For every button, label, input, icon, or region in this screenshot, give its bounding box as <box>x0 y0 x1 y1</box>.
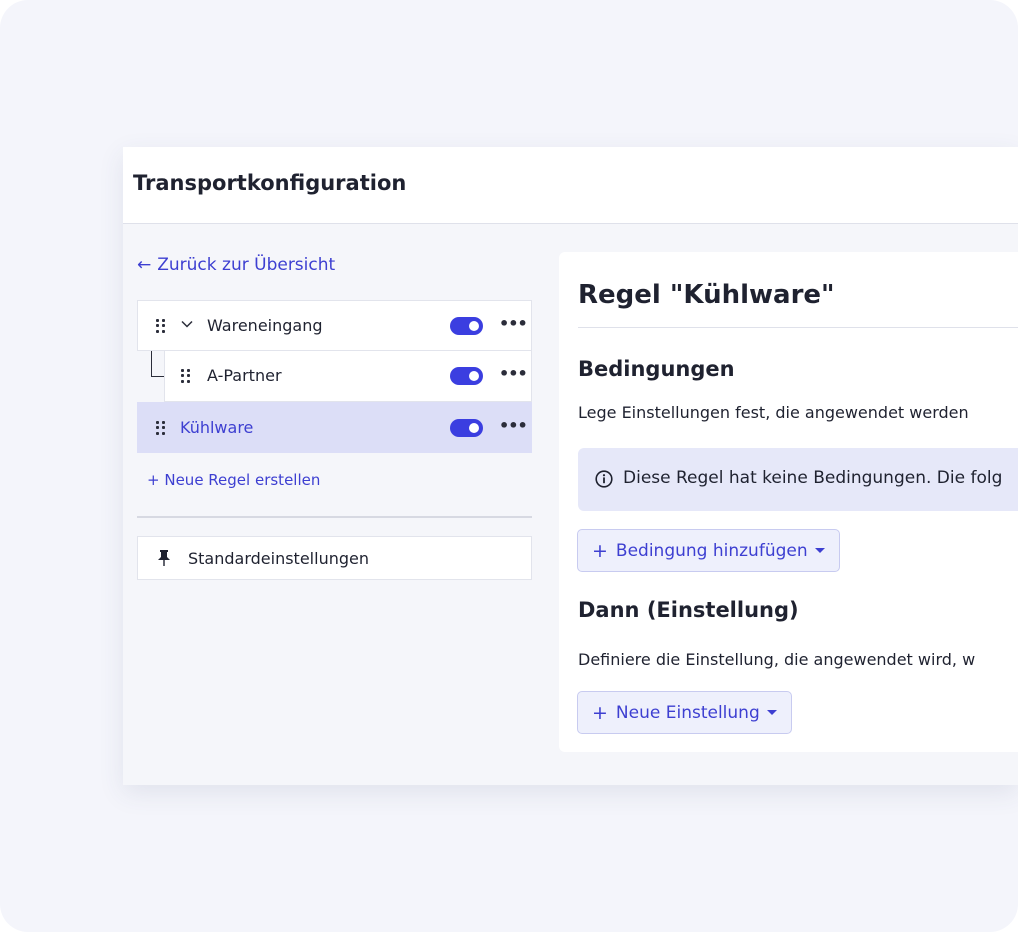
rule-detail-panel: Regel "Kühlware" Bedingungen Lege Einste… <box>559 252 1018 752</box>
rule-enabled-toggle[interactable] <box>450 367 483 385</box>
page-title: Transportkonfiguration <box>133 171 407 195</box>
app-window: Transportkonfiguration ← Zurück zur Übers… <box>123 147 1018 785</box>
default-settings-item[interactable]: Standardeinstellungen <box>137 536 532 580</box>
default-settings-label: Standardeinstellungen <box>188 549 369 568</box>
more-options-icon[interactable]: ••• <box>499 416 528 435</box>
drag-handle-icon[interactable] <box>181 369 191 383</box>
info-icon <box>595 470 613 488</box>
rule-item-label: Wareneingang <box>207 316 323 335</box>
plus-icon: + <box>592 539 608 562</box>
chevron-down-icon[interactable] <box>181 318 193 330</box>
add-condition-button[interactable]: + Bedingung hinzufügen <box>577 529 840 572</box>
new-rule-button[interactable]: + Neue Regel erstellen <box>147 471 320 489</box>
divider <box>578 327 1018 328</box>
tree-connector <box>151 351 164 377</box>
rule-detail-title: Regel "Kühlware" <box>578 280 835 310</box>
drag-handle-icon[interactable] <box>156 319 166 333</box>
more-options-icon[interactable]: ••• <box>499 364 528 383</box>
back-to-overview-link[interactable]: ← Zurück zur Übersicht <box>137 255 335 275</box>
rule-item-label: Kühlware <box>180 418 254 437</box>
drag-handle-icon[interactable] <box>156 421 166 435</box>
add-condition-label: Bedingung hinzufügen <box>615 540 808 561</box>
plus-icon: + <box>592 701 608 724</box>
rule-enabled-toggle[interactable] <box>450 419 483 437</box>
rule-item-kuehlware[interactable]: Kühlware ••• <box>137 402 532 453</box>
rule-enabled-toggle[interactable] <box>450 317 483 335</box>
new-setting-label: Neue Einstellung <box>615 702 760 723</box>
new-rule-label: Neue Regel erstellen <box>164 471 321 489</box>
more-options-icon[interactable]: ••• <box>499 314 528 333</box>
rule-item-a-partner[interactable]: A-Partner ••• <box>164 351 532 402</box>
caret-down-icon <box>766 710 777 715</box>
rule-item-wareneingang[interactable]: Wareneingang ••• <box>137 300 532 351</box>
app-header: Transportkonfiguration <box>123 147 1018 224</box>
then-description: Definiere die Einstellung, die angewende… <box>578 650 976 669</box>
plus-icon: + <box>147 471 160 489</box>
pin-icon <box>158 550 170 566</box>
no-conditions-info-box: Diese Regel hat keine Bedingungen. Die f… <box>578 448 1018 511</box>
conditions-description: Lege Einstellungen fest, die angewendet … <box>578 403 969 422</box>
info-text: Diese Regel hat keine Bedingungen. Die f… <box>623 468 1003 488</box>
back-link-label: Zurück zur Übersicht <box>157 255 336 275</box>
conditions-heading: Bedingungen <box>578 357 735 381</box>
caret-down-icon <box>814 548 825 553</box>
rule-item-label: A-Partner <box>207 366 282 385</box>
arrow-left-icon: ← <box>137 255 152 275</box>
divider <box>137 516 532 518</box>
then-heading: Dann (Einstellung) <box>578 598 799 622</box>
new-setting-button[interactable]: + Neue Einstellung <box>577 691 792 734</box>
